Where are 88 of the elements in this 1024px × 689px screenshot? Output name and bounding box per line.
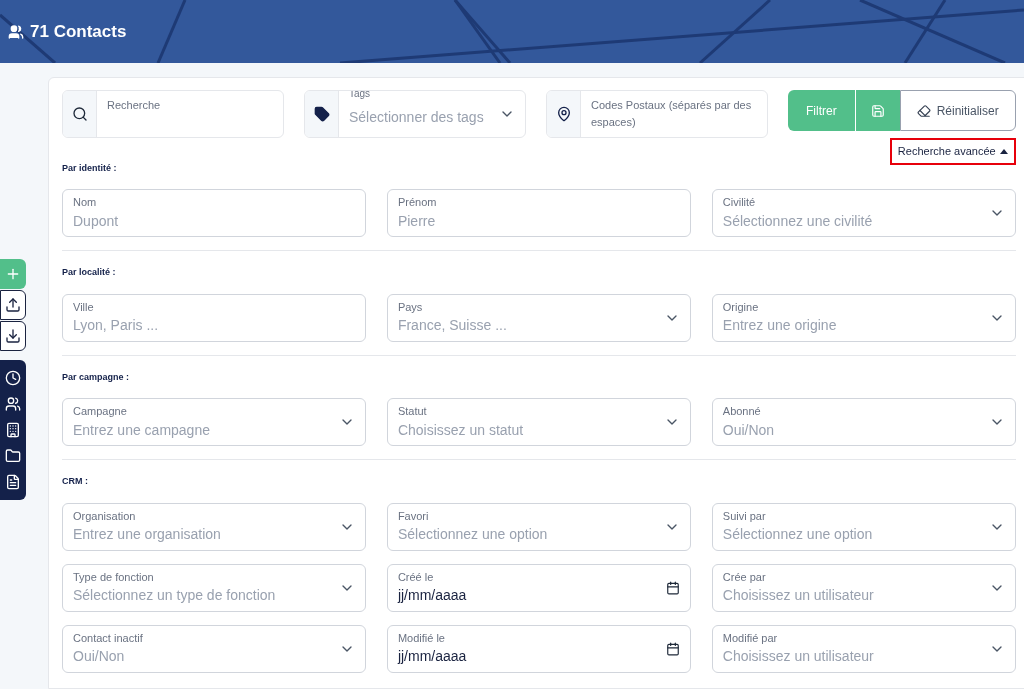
users-icon (5, 396, 21, 412)
field-label: Créé le (397, 569, 435, 585)
field-label: Suivi par (722, 508, 767, 524)
tag-icon (313, 106, 330, 122)
select-field[interactable]: Organisation Entrez une organisation (62, 502, 366, 551)
postcode-field[interactable]: Codes Postaux (séparés par des espaces) (546, 90, 768, 138)
field-placeholder: Oui/Non (73, 647, 126, 667)
field-placeholder: Sélectionner des tags (349, 108, 485, 127)
section-title: Par identité : (62, 161, 117, 175)
upload-icon (5, 297, 21, 313)
input-field[interactable]: Prénom Pierre (386, 189, 691, 237)
field-placeholder: France, Suisse ... (397, 316, 508, 336)
field-placeholder: Entrez une organisation (73, 525, 222, 545)
field-label: Type de fonction (73, 569, 155, 585)
field-placeholder: Entrez une campagne (73, 420, 211, 440)
users-icon (8, 23, 24, 40)
text-input[interactable]: Lyon, Paris ... (73, 315, 355, 336)
sidebar-nav-item[interactable] (5, 448, 21, 464)
input-field[interactable]: Nom Dupont (62, 189, 366, 237)
input-field[interactable]: Ville Lyon, Paris ... (62, 293, 366, 342)
section-title: Par campagne : (62, 370, 130, 384)
search-field[interactable]: Recherche (62, 90, 284, 138)
text-input[interactable]: Dupont (73, 210, 355, 232)
field-label: Recherche (106, 98, 162, 113)
clock-icon (5, 370, 21, 386)
text-input[interactable]: Pierre (397, 210, 680, 232)
date-field[interactable]: Modifié le jj/mm/aaaa (386, 624, 691, 673)
field-placeholder: Choisissez un utilisateur (722, 647, 875, 667)
field-label: Favori (397, 508, 430, 524)
select-field[interactable]: Suivi par Sélectionnez une option (711, 502, 1016, 551)
eraser-icon (916, 103, 931, 118)
field-label: Abonné (722, 404, 762, 420)
calendar-icon[interactable] (665, 580, 680, 595)
sidebar-nav-item[interactable] (5, 474, 21, 490)
field-label: Ville (73, 299, 94, 315)
field-label: Civilité (722, 195, 757, 211)
upload-button[interactable] (0, 290, 26, 320)
search-icon (71, 106, 88, 122)
field-label: Modifié le (397, 630, 446, 646)
folder-icon (5, 448, 21, 464)
field-label: Modifié par (722, 630, 779, 646)
field-label: Organisation (73, 508, 137, 524)
select-field[interactable]: Statut Choisissez un statut (386, 398, 691, 446)
field-label: Statut (397, 404, 428, 420)
field-placeholder: Choisissez un utilisateur (722, 586, 875, 606)
download-icon (5, 328, 21, 344)
select-field[interactable]: Crée par Choisissez un utilisateur (711, 563, 1016, 612)
select-field[interactable]: Abonné Oui/Non (711, 398, 1016, 446)
reset-button[interactable]: Réinitialiser (899, 90, 1016, 131)
field-placeholder: Sélectionnez une civilité (722, 211, 874, 231)
date-field[interactable]: Créé le jj/mm/aaaa (386, 563, 691, 612)
field-label: Origine (722, 299, 760, 315)
field-label: Prénom (397, 195, 437, 210)
section-title: CRM : (62, 475, 88, 488)
calendar-icon[interactable] (665, 641, 680, 656)
select-field[interactable]: Origine Entrez une origine (711, 293, 1016, 342)
field-label: Pays (397, 299, 424, 315)
date-value: jj/mm/aaaa (397, 586, 468, 606)
select-field[interactable]: Modifié par Choisissez un utilisateur (711, 624, 1016, 673)
field-placeholder: Entrez une origine (722, 316, 838, 336)
document-icon (5, 474, 21, 490)
advanced-search-link[interactable]: Recherche avancée (889, 138, 1016, 165)
save-icon (870, 103, 885, 118)
select-field[interactable]: Favori Sélectionnez une option (386, 502, 691, 551)
page-title: 71 Contacts (30, 20, 127, 43)
section-title: Par localité : (62, 266, 116, 279)
field-label: Contact inactif (73, 630, 144, 646)
building-icon (5, 422, 21, 438)
sidebar-nav-item[interactable] (5, 422, 21, 438)
field-placeholder: Sélectionnez un type de fonction (73, 586, 277, 606)
download-button[interactable] (0, 321, 26, 351)
field-placeholder: Choisissez un statut (397, 420, 525, 440)
plus-icon (5, 266, 21, 282)
select-field[interactable]: Type de fonction Sélectionnez un type de fonction (62, 563, 366, 612)
field-label: Crée par (722, 569, 767, 585)
field-placeholder: Sélectionnez une option (397, 525, 549, 545)
field-placeholder: Sélectionnez une option (722, 525, 874, 545)
select-field[interactable]: Campagne Entrez une campagne (62, 398, 366, 446)
select-field[interactable]: Pays France, Suisse ... (386, 293, 691, 342)
map-pin-icon (555, 106, 572, 122)
field-placeholder: Oui/Non (722, 420, 776, 440)
select-field[interactable]: Civilité Sélectionnez une civilité (711, 189, 1016, 237)
select-field[interactable]: Contact inactif Oui/Non (62, 624, 366, 673)
date-value: jj/mm/aaaa (397, 647, 468, 667)
sidebar-nav-item[interactable] (5, 396, 21, 412)
field-label: Nom (73, 195, 97, 210)
field-label: Campagne (73, 404, 128, 420)
sidebar-nav-item[interactable] (5, 370, 21, 386)
